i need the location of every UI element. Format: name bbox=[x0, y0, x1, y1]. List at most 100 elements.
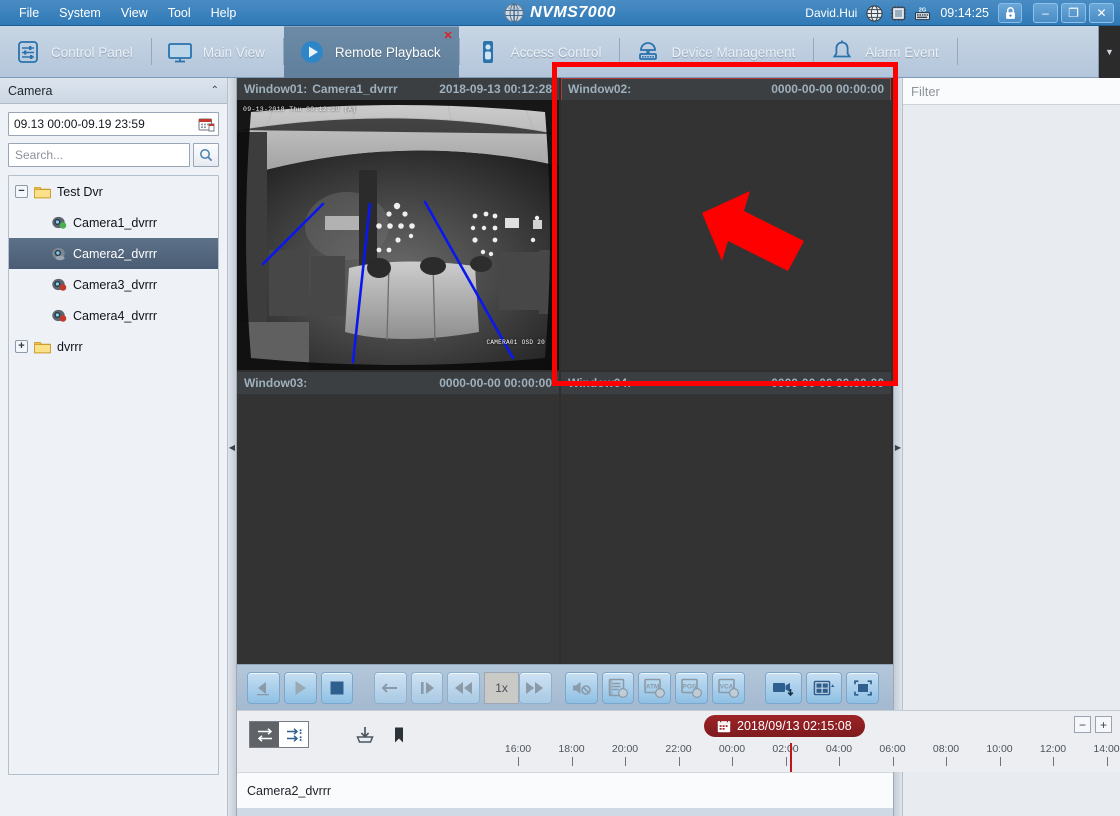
file-list-button[interactable] bbox=[601, 671, 635, 704]
sidebar-title: Camera bbox=[8, 83, 53, 98]
fast-forward-button[interactable] bbox=[518, 671, 552, 704]
video-cell-window04[interactable]: Window04: 0000-00-00 00:00:00 bbox=[561, 372, 891, 664]
playback-speed-indicator[interactable]: 1x bbox=[484, 671, 519, 704]
tab-overflow-dropdown[interactable]: ▼ bbox=[1098, 26, 1120, 78]
video-frame-image bbox=[237, 100, 559, 370]
lock-button[interactable] bbox=[998, 3, 1022, 23]
expand-right-arrow-icon[interactable]: ▶ bbox=[895, 443, 901, 452]
camera-icon-red bbox=[52, 278, 67, 291]
timeline-zoom-out-button[interactable]: − bbox=[1074, 716, 1091, 733]
tree-node-camera3[interactable]: Camera3_dvrrr bbox=[9, 269, 218, 300]
tab-access-control[interactable]: Access Control bbox=[460, 26, 620, 78]
collapse-expander-icon[interactable]: − bbox=[15, 185, 28, 198]
video-cell-window02[interactable]: Window02: 0000-00-00 00:00:00 bbox=[561, 78, 891, 370]
network-globe-icon[interactable] bbox=[866, 4, 884, 22]
tree-node-label: Camera4_dvrrr bbox=[73, 308, 158, 323]
video-cell-window01[interactable]: Window01: Camera1_dvrrr 2018-09-13 00:12… bbox=[237, 78, 559, 370]
timeline-tick-mark bbox=[678, 757, 680, 766]
video-cell-header: Window02: 0000-00-00 00:00:00 bbox=[561, 78, 891, 100]
video-cell-body[interactable] bbox=[561, 394, 891, 664]
maximize-button[interactable]: ❐ bbox=[1061, 3, 1086, 23]
vca-search-button[interactable]: VCA bbox=[712, 671, 745, 704]
app-title: NVMS7000 bbox=[530, 3, 616, 21]
calendar-icon[interactable] bbox=[198, 116, 215, 132]
tab-remote-playback[interactable]: Remote Playback ✕ bbox=[283, 26, 459, 78]
collapse-left-arrow-icon[interactable]: ◀ bbox=[229, 443, 235, 452]
audio-mute-button[interactable] bbox=[564, 671, 598, 704]
search-input[interactable]: Search... bbox=[8, 143, 190, 167]
tab-main-view[interactable]: Main View bbox=[152, 26, 283, 78]
bookmark-icon[interactable] bbox=[389, 725, 409, 745]
channel-row-label[interactable]: Camera2_dvrrr bbox=[247, 784, 331, 798]
menu-help[interactable]: Help bbox=[202, 3, 246, 23]
current-time-badge[interactable]: 2018/09/13 02:15:08 bbox=[704, 715, 865, 737]
frame-step-icon bbox=[421, 681, 435, 694]
speaker-mute-icon bbox=[573, 681, 592, 695]
date-range-value: 09.13 00:00-09.19 23:59 bbox=[14, 117, 145, 131]
tree-node-test-dvr[interactable]: − Test Dvr bbox=[9, 176, 218, 207]
filter-placeholder: Filter bbox=[911, 83, 940, 99]
current-time-text: 2018/09/13 02:15:08 bbox=[737, 719, 852, 733]
single-frame-button[interactable] bbox=[410, 671, 444, 704]
timeline-zoom-in-button[interactable]: + bbox=[1095, 716, 1112, 733]
playback-toolbar: 1x ATM POS VCA bbox=[237, 664, 893, 710]
tree-node-camera4[interactable]: Camera4_dvrrr bbox=[9, 300, 218, 331]
minimize-button[interactable]: – bbox=[1033, 3, 1058, 23]
globe-logo-icon bbox=[504, 3, 524, 22]
reverse-play-button[interactable] bbox=[247, 671, 280, 704]
video-cell-body[interactable]: 09-13-2018 Thu 00:12:29 (A) CAMERA01 OSD… bbox=[237, 100, 559, 370]
atm-info-button[interactable]: ATM bbox=[638, 671, 672, 704]
grid-layout-icon bbox=[813, 680, 835, 695]
folder-icon bbox=[34, 186, 51, 198]
search-placeholder: Search... bbox=[15, 148, 64, 162]
tab-close-icon[interactable]: ✕ bbox=[443, 31, 452, 42]
tab-device-management[interactable]: Device Management bbox=[620, 26, 813, 78]
tree-node-camera1[interactable]: Camera1_dvrrr bbox=[9, 207, 218, 238]
step-back-button[interactable] bbox=[373, 671, 407, 704]
timeline-tick-mark bbox=[732, 757, 733, 766]
fast-forward-icon bbox=[526, 681, 544, 694]
filter-input[interactable]: Filter bbox=[903, 78, 1120, 105]
fullscreen-button[interactable] bbox=[846, 671, 879, 704]
video-cell-window03[interactable]: Window03: 0000-00-00 00:00:00 bbox=[237, 372, 559, 664]
tree-node-label: Camera3_dvrrr bbox=[73, 277, 158, 292]
video-cell-body[interactable] bbox=[561, 100, 891, 370]
timeline-tick-label: 04:00 bbox=[825, 743, 853, 755]
timeline-tick-label: 20:00 bbox=[611, 743, 639, 755]
play-button[interactable] bbox=[283, 671, 317, 704]
menu-tool[interactable]: Tool bbox=[159, 3, 200, 23]
capture-download-button[interactable] bbox=[765, 671, 802, 704]
pos-info-button[interactable]: POS bbox=[675, 671, 709, 704]
sidebar-header[interactable]: Camera ⌃ bbox=[0, 78, 227, 104]
date-range-field[interactable]: 09.13 00:00-09.19 23:59 bbox=[8, 112, 219, 136]
video-cell-body[interactable] bbox=[237, 394, 559, 664]
tree-node-camera2[interactable]: Camera2_dvrrr bbox=[9, 238, 218, 269]
window-layout-button[interactable] bbox=[805, 671, 843, 704]
sidebar-body: 09.13 00:00-09.19 23:59 Search... − Test… bbox=[0, 104, 227, 775]
camera-tree: − Test Dvr Camera1_dvrrr Camera2_dvrrr C… bbox=[8, 175, 219, 775]
tab-control-panel[interactable]: Control Panel bbox=[0, 26, 151, 78]
menu-view[interactable]: View bbox=[112, 3, 157, 23]
search-button[interactable] bbox=[193, 143, 219, 167]
cpu-chip-icon[interactable] bbox=[890, 5, 907, 22]
file-list-icon bbox=[608, 678, 629, 698]
timeline-track-strip[interactable] bbox=[237, 808, 893, 816]
expand-expander-icon[interactable]: + bbox=[15, 340, 28, 353]
slow-forward-button[interactable] bbox=[447, 671, 481, 704]
stop-button[interactable] bbox=[320, 671, 354, 704]
timeline-ruler[interactable]: 16:00 18:00 20:00 22:00 00:00 02:00 04:00 06:00… bbox=[237, 743, 1120, 816]
video-grid: Window01: Camera1_dvrrr 2018-09-13 00:12… bbox=[237, 78, 893, 664]
menu-file[interactable]: File bbox=[10, 3, 48, 23]
right-splitter[interactable]: ▶ bbox=[893, 78, 902, 816]
magnifier-icon bbox=[200, 149, 213, 162]
close-button[interactable]: ✕ bbox=[1089, 3, 1114, 23]
menu-system[interactable]: System bbox=[50, 3, 110, 23]
download-icon[interactable] bbox=[355, 725, 375, 745]
left-splitter[interactable]: ◀ bbox=[228, 78, 237, 816]
tab-alarm-event[interactable]: Alarm Event bbox=[814, 26, 957, 78]
window-controls: – ❐ ✕ bbox=[1033, 3, 1114, 23]
tab-label: Device Management bbox=[671, 44, 796, 60]
tree-node-dvrrr[interactable]: + dvrrr bbox=[9, 331, 218, 362]
keyboard-icon[interactable]: 2G bbox=[914, 5, 931, 22]
chevron-up-icon[interactable]: ⌃ bbox=[211, 85, 219, 96]
